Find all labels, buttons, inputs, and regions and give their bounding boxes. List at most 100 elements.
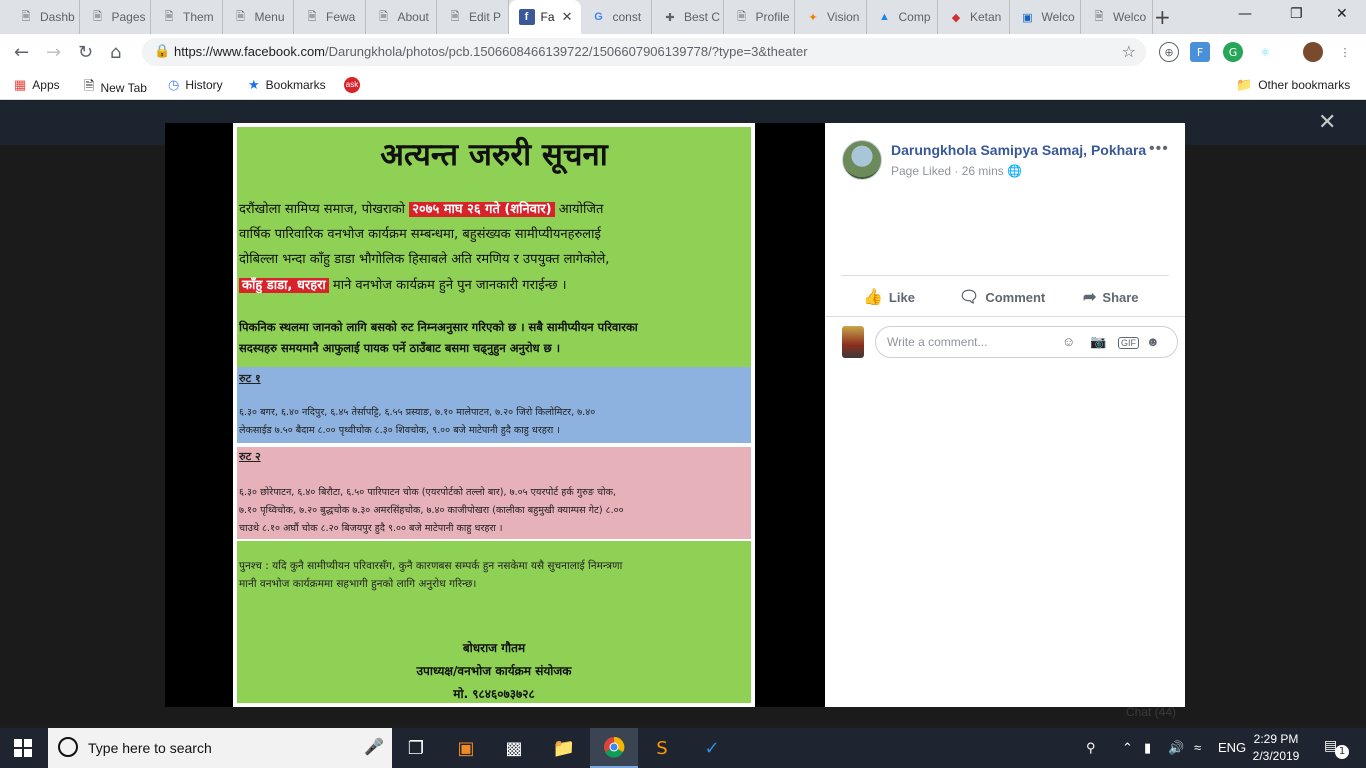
- profile-avatar[interactable]: [1303, 42, 1323, 62]
- tab-label: Dashb: [40, 10, 75, 24]
- sticker-icon[interactable]: ☻: [1146, 334, 1160, 349]
- tab-close-icon[interactable]: ✕: [562, 9, 573, 25]
- doc-icon: 🗎: [84, 78, 95, 93]
- chat-label[interactable]: Chat (44): [1126, 705, 1176, 719]
- terminal-icon[interactable]: ▩: [490, 728, 538, 768]
- browser-tab[interactable]: 🗎 Profile: [724, 0, 795, 34]
- extension-fi-icon[interactable]: F: [1190, 42, 1210, 62]
- browser-tab[interactable]: 🗎 Edit P: [437, 0, 509, 34]
- bookmark-star-icon[interactable]: ☆: [1122, 42, 1136, 61]
- bookmark-label: New Tab: [100, 81, 147, 95]
- comment-input[interactable]: Write a comment... ☺ 📷 GIF ☻: [875, 326, 1178, 358]
- windows-start-icon[interactable]: [14, 739, 32, 757]
- doc-icon: 🗎: [737, 10, 746, 23]
- bookmark-apps[interactable]: ▦ Apps: [14, 77, 60, 93]
- chrome-menu-icon[interactable]: ⋮: [1335, 42, 1355, 62]
- home-button[interactable]: ⌂: [110, 42, 121, 63]
- bookmark-ask[interactable]: ask: [344, 77, 360, 93]
- back-button[interactable]: ←: [14, 42, 29, 63]
- poster-para1-line4: काँहु डाडा, धरहरा माने वनभोज कार्यक्रम ह…: [239, 275, 749, 293]
- extension-circle-icon[interactable]: ⊕: [1159, 42, 1179, 62]
- browser-tab[interactable]: ▣ Welco: [1010, 0, 1081, 34]
- window-close-button[interactable]: ✕: [1336, 6, 1348, 22]
- doc-icon: 🗎: [1094, 10, 1104, 23]
- people-icon[interactable]: ⚲: [1086, 740, 1096, 756]
- browser-tab[interactable]: ◆ Ketan: [938, 0, 1010, 34]
- tool-icon: ✚: [665, 11, 675, 24]
- spark-icon: ✦: [808, 11, 818, 24]
- language-indicator[interactable]: ENG: [1218, 740, 1246, 755]
- browser-tab[interactable]: 🗎 Pages: [80, 0, 151, 34]
- route1-line1: ६.३० बगर, ६.४० नदिपुर, ६.४५ तेर्सापट्टि,…: [239, 407, 596, 418]
- route2-line2: ७.१० पृथ्विचोक, ७.२० बुद्धचोक ७.३० अमरसि…: [239, 505, 624, 516]
- microphone-icon[interactable]: 🎤: [364, 737, 384, 756]
- commenter-avatar[interactable]: [842, 326, 864, 358]
- browser-tab[interactable]: ✦ Vision: [795, 0, 867, 34]
- tab-label: Welco: [1113, 10, 1147, 24]
- close-theater-icon[interactable]: ✕: [1318, 110, 1336, 135]
- bookmark-other[interactable]: 📁 Other bookmarks: [1236, 77, 1350, 93]
- like-button[interactable]: 👍 Like: [863, 287, 915, 307]
- browser-tab[interactable]: ✚ Best C: [652, 0, 724, 34]
- browser-tab[interactable]: 🗎 Fewa: [294, 0, 366, 34]
- system-clock[interactable]: 2:29 PM 2/3/2019: [1246, 731, 1306, 765]
- doc-icon: 🗎: [379, 10, 388, 23]
- tab-label: Ketan: [970, 10, 1002, 24]
- browser-tab[interactable]: 🗎 Menu: [223, 0, 294, 34]
- browser-tab[interactable]: 🗎 Them: [151, 0, 223, 34]
- url-text[interactable]: https://www.facebook.com/Darungkhola/pho…: [174, 44, 808, 59]
- emoji-icon[interactable]: ☺: [1062, 334, 1075, 349]
- camera-icon[interactable]: 📷: [1090, 334, 1106, 350]
- action-center-icon[interactable]: ▤ 1: [1324, 738, 1349, 759]
- bookmark-bookmarks[interactable]: ★ Bookmarks: [248, 77, 326, 93]
- battery-icon[interactable]: ▮: [1144, 740, 1151, 756]
- browser-tab[interactable]: ▲ Comp: [867, 0, 938, 34]
- route2-line1: ६.३० छोरेपाटन, ६.४० बिरौटा, ६.५० पारिपाट…: [239, 487, 617, 498]
- comment-button[interactable]: 🗨 Comment: [959, 287, 1045, 307]
- grammarly-icon[interactable]: G: [1223, 42, 1243, 62]
- search-placeholder: Type here to search: [88, 740, 212, 756]
- browser-tab[interactable]: f Fa ✕: [508, 0, 581, 34]
- page-name-link[interactable]: Darungkhola Samipya Samaj, Pokhara: [891, 142, 1146, 158]
- forward-button[interactable]: →: [46, 42, 61, 63]
- doc-icon: 🗎: [21, 10, 31, 23]
- task-view-icon[interactable]: ❐: [392, 728, 440, 768]
- xampp-icon[interactable]: ▣: [442, 728, 490, 768]
- tab-label: Welco: [1041, 10, 1075, 24]
- sublime-text-icon[interactable]: S: [638, 728, 686, 768]
- vscode-icon[interactable]: ✓: [688, 728, 736, 768]
- post-side-panel: Darungkhola Samipya Samaj, Pokhara ••• P…: [825, 123, 1185, 707]
- history-icon: ◷: [168, 77, 180, 92]
- divider: [825, 316, 1185, 317]
- show-hidden-icons[interactable]: ⌃: [1122, 740, 1133, 756]
- reload-button[interactable]: ↻: [78, 42, 93, 63]
- share-button[interactable]: ➦ Share: [1083, 287, 1139, 307]
- gif-icon[interactable]: GIF: [1118, 337, 1139, 349]
- browser-tab[interactable]: 🗎 Welco: [1081, 0, 1153, 34]
- poster-para1-line2: वार्षिक पारिवारिक वनभोज कार्यक्रम सम्बन्…: [239, 227, 601, 242]
- address-omnibox[interactable]: 🔒 https://www.facebook.com/Darungkhola/p…: [142, 38, 1146, 66]
- poster-para2-line1: पिकनिक स्थलमा जानको लागि बसको रुट निम्नअ…: [239, 320, 638, 334]
- react-devtools-icon[interactable]: ⚛: [1255, 42, 1275, 62]
- page-avatar[interactable]: [842, 140, 882, 180]
- browser-tab[interactable]: 🗎 Dashb: [8, 0, 80, 34]
- browser-tab[interactable]: Gconst: [581, 0, 652, 34]
- volume-icon[interactable]: 🔊: [1168, 740, 1184, 756]
- wifi-icon[interactable]: ≈: [1194, 740, 1201, 755]
- lock-icon: 🔒: [154, 44, 171, 59]
- browser-tab[interactable]: 🗎 About: [366, 0, 437, 34]
- taskbar-search[interactable]: Type here to search 🎤: [48, 728, 392, 768]
- file-explorer-icon[interactable]: 📁: [540, 728, 588, 768]
- route2-line3: चाउथे ८.१० अर्घौ चोक ८.२० बिजयपुर हुदै ९…: [239, 523, 503, 534]
- new-tab-button[interactable]: +: [1154, 5, 1171, 29]
- bookmark-new-tab[interactable]: 🗎 New Tab: [84, 77, 147, 99]
- post-time[interactable]: 26 mins: [962, 164, 1004, 178]
- more-options-icon[interactable]: •••: [1149, 140, 1169, 158]
- tab-label: Pages: [111, 10, 146, 24]
- page-liked-text[interactable]: Page Liked: [891, 164, 951, 178]
- tab-label: Menu: [254, 10, 285, 24]
- maximize-button[interactable]: ❐: [1290, 6, 1303, 22]
- bookmark-history[interactable]: ◷ History: [168, 77, 223, 93]
- chrome-taskbar-icon[interactable]: [590, 728, 638, 768]
- minimize-button[interactable]: —: [1238, 6, 1252, 22]
